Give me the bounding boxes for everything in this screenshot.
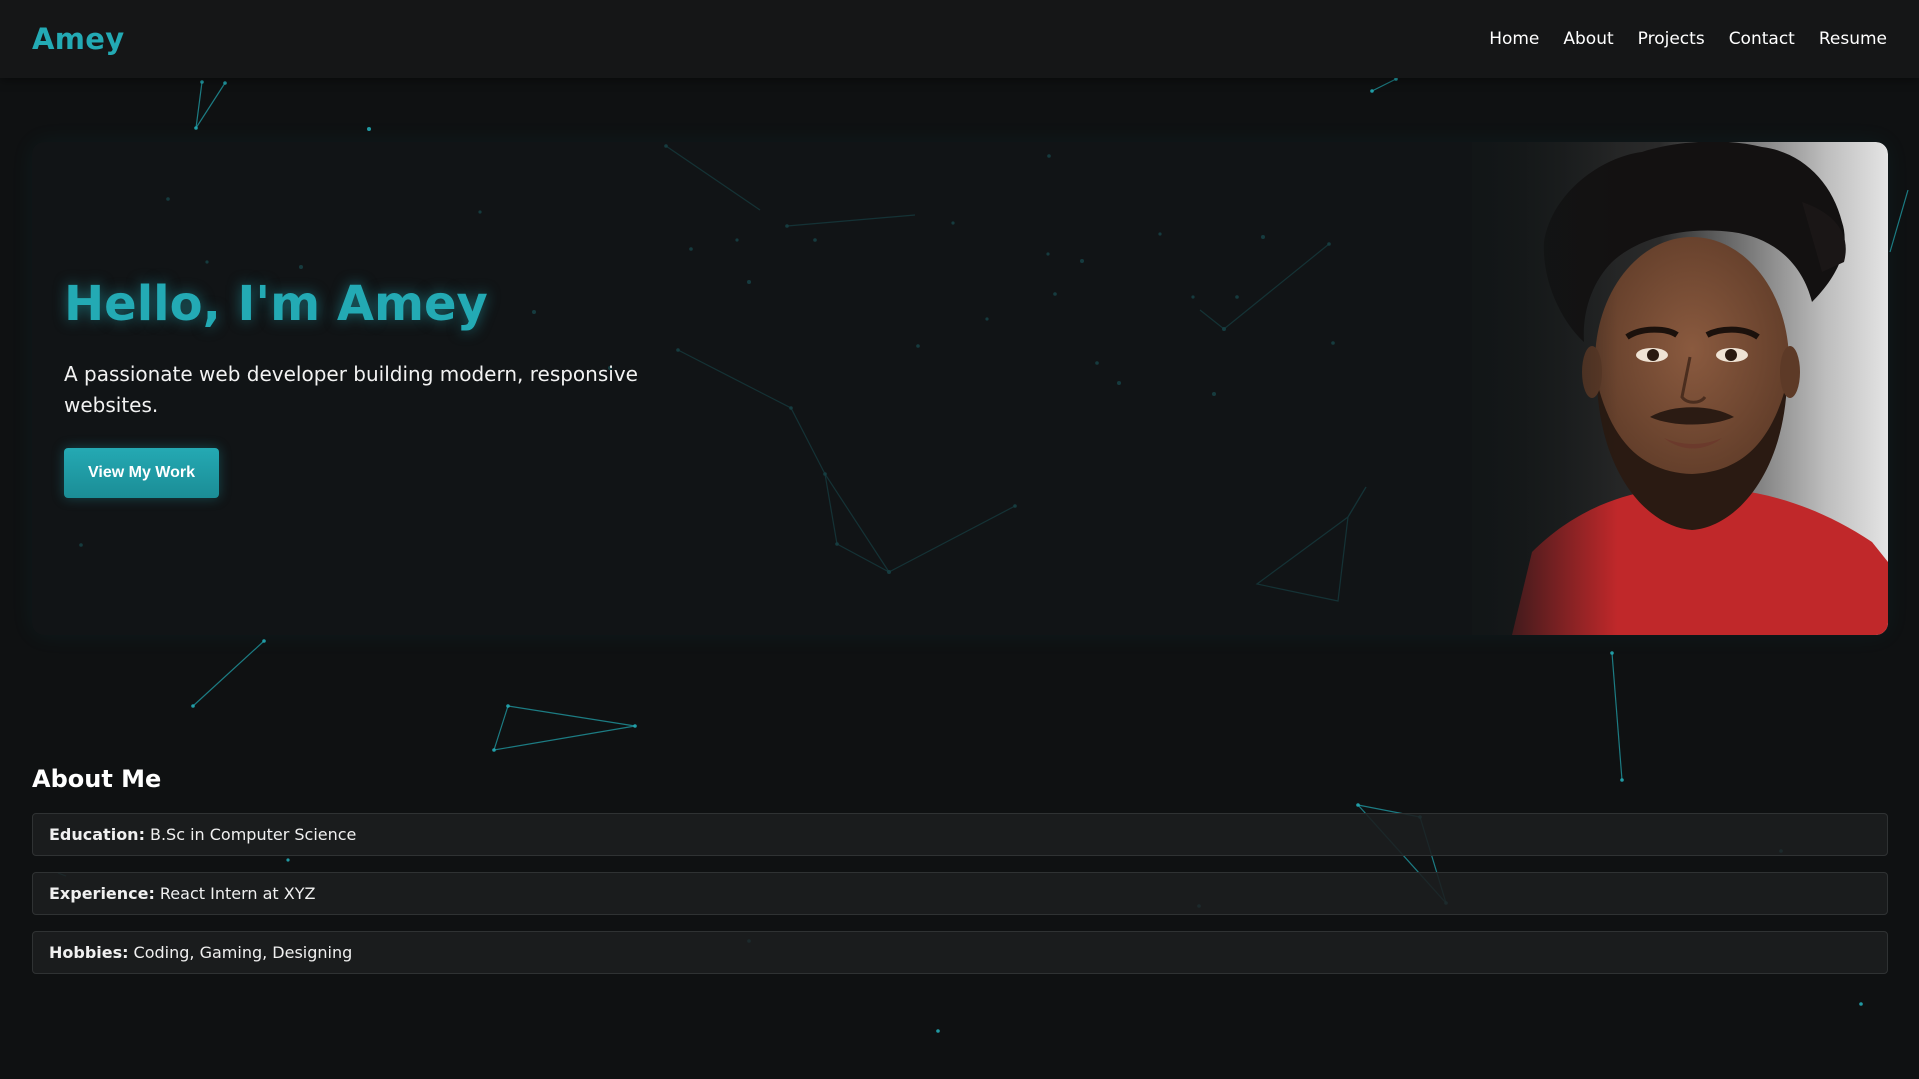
hero-text: Hello, I'm Amey A passionate web develop… — [64, 276, 704, 498]
nav-link-contact[interactable]: Contact — [1729, 29, 1795, 49]
nav-links: Home About Projects Contact Resume — [1489, 29, 1887, 49]
about-section: About Me Education: B.Sc in Computer Sci… — [32, 765, 1888, 974]
nav-link-about[interactable]: About — [1563, 29, 1613, 49]
navbar: Amey Home About Projects Contact Resume — [0, 0, 1919, 78]
hero-title: Hello, I'm Amey — [64, 276, 488, 332]
view-my-work-button[interactable]: View My Work — [64, 448, 219, 498]
hero-section: Hello, I'm Amey A passionate web develop… — [32, 142, 1888, 635]
hero-subtitle: A passionate web developer building mode… — [64, 362, 638, 417]
nav-link-projects[interactable]: Projects — [1638, 29, 1705, 49]
about-item-key: Experience: — [49, 884, 155, 903]
nav-link-resume[interactable]: Resume — [1819, 29, 1887, 49]
nav-link-home[interactable]: Home — [1489, 29, 1539, 49]
site-logo[interactable]: Amey — [32, 22, 124, 56]
about-title: About Me — [32, 765, 162, 793]
about-item-value: Coding, Gaming, Designing — [133, 943, 353, 962]
about-item-value: React Intern at XYZ — [159, 884, 316, 903]
profile-photo — [1472, 142, 1888, 635]
about-item-key: Education: — [49, 825, 145, 844]
about-item-education: Education: B.Sc in Computer Science — [32, 813, 1888, 856]
about-item-experience: Experience: React Intern at XYZ — [32, 872, 1888, 915]
about-item-hobbies: Hobbies: Coding, Gaming, Designing — [32, 931, 1888, 974]
about-item-key: Hobbies: — [49, 943, 129, 962]
about-list: Education: B.Sc in Computer Science Expe… — [32, 813, 1888, 974]
about-item-value: B.Sc in Computer Science — [149, 825, 357, 844]
